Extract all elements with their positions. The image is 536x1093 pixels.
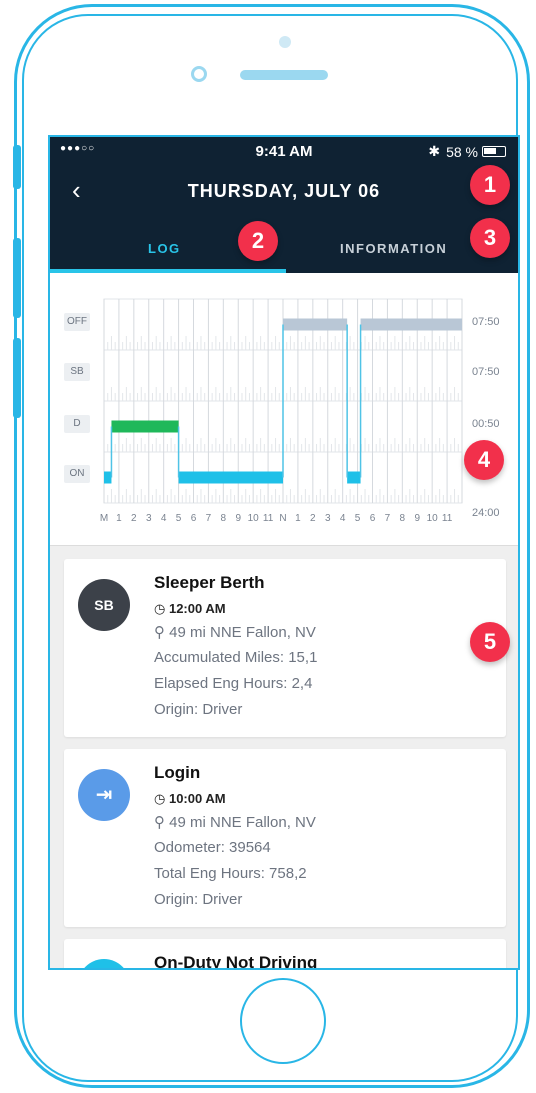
duty-segment-off xyxy=(283,318,348,331)
location-pin-icon: ⚲ xyxy=(154,814,170,831)
x-tick-label: 9 xyxy=(235,513,241,524)
entry-time-text: 12:00 AM xyxy=(168,601,226,616)
entry-location-text: 49 mi NNE Fallon, NV xyxy=(169,814,316,831)
battery-icon xyxy=(482,146,506,157)
x-tick-label: 4 xyxy=(340,513,346,524)
duty-segment-on xyxy=(347,471,361,484)
duty-segment-off xyxy=(360,318,462,331)
x-tick-label: 1 xyxy=(295,513,301,524)
entry-detail-2: Total Eng Hours: 758,2 xyxy=(154,865,307,882)
tab-information[interactable]: INFORMATION xyxy=(340,241,447,256)
entry-time-text: 10:00 AM xyxy=(168,791,226,806)
entry-origin: Origin: Driver xyxy=(154,701,243,718)
entry-origin: Origin: Driver xyxy=(154,891,243,908)
location-pin-icon: ⚲ xyxy=(154,624,170,641)
chart-grid-svg: M 1 2 3 4 5 6 7 8 9 10 11 N 1 2 3 4 5 6 7 8 9 10 11 xyxy=(100,298,463,524)
callout-badge: 2 xyxy=(238,221,278,261)
x-tick-label: 6 xyxy=(191,513,197,524)
home-button[interactable] xyxy=(240,978,326,1064)
volume-down-button xyxy=(13,338,21,418)
x-tick-label: 10 xyxy=(248,513,260,524)
speaker-grill xyxy=(240,70,328,80)
x-tick-label: 2 xyxy=(310,513,316,524)
battery-indicator: ✱ 58 % xyxy=(428,143,506,160)
volume-up-button xyxy=(13,238,21,318)
entry-time: ◷ 12:00 AM xyxy=(154,601,226,617)
entry-title: Sleeper Berth xyxy=(154,573,265,592)
screen: ●●●○○ 9:41 AM ✱ 58 % ‹ THURSDAY, JULY 06… xyxy=(48,135,520,970)
avatar xyxy=(78,959,130,968)
x-tick-label: 9 xyxy=(414,513,420,524)
front-camera-dot xyxy=(279,36,291,48)
app-header: ●●●○○ 9:41 AM ✱ 58 % ‹ THURSDAY, JULY 06… xyxy=(50,137,518,273)
x-tick-label: 7 xyxy=(385,513,391,524)
x-tick-label: 5 xyxy=(355,513,361,524)
x-tick-label: 4 xyxy=(161,513,167,524)
callout-badge: 5 xyxy=(470,622,510,662)
callout-badge: 1 xyxy=(470,165,510,205)
x-tick-label: N xyxy=(279,513,286,524)
entry-title: On-Duty Not Driving xyxy=(154,953,318,970)
entry-detail-2: Elapsed Eng Hours: 2,4 xyxy=(154,675,313,692)
status-bar: ●●●○○ 9:41 AM ✱ 58 % xyxy=(50,137,518,165)
x-tick-label: M xyxy=(100,513,108,524)
x-tick-label: 3 xyxy=(146,513,152,524)
camera-icon xyxy=(191,66,207,82)
x-tick-label: 5 xyxy=(176,513,182,524)
tab-log[interactable]: LOG xyxy=(148,241,181,256)
x-tick-label: 6 xyxy=(370,513,376,524)
battery-percent: 58 % xyxy=(446,143,478,160)
log-entry-card[interactable]: ⇥ Login ◷ 10:00 AM ⚲ 49 mi NNE Fallon, N… xyxy=(64,749,506,927)
avatar: SB xyxy=(78,579,130,631)
x-tick-label: 7 xyxy=(206,513,212,524)
tab-bar: LOG INFORMATION xyxy=(50,229,518,273)
entry-detail-1: Odometer: 39564 xyxy=(154,839,271,856)
duty-segment-d xyxy=(111,420,179,433)
duty-segment-on xyxy=(104,471,112,484)
x-tick-label: 8 xyxy=(400,513,406,524)
log-entry-card[interactable]: On-Duty Not Driving xyxy=(64,939,506,970)
duty-segment-on xyxy=(178,471,283,484)
x-tick-label: 10 xyxy=(427,513,439,524)
x-tick-label: 11 xyxy=(442,513,453,524)
clock-icon: ◷ xyxy=(154,601,169,616)
page-title: THURSDAY, JULY 06 xyxy=(187,181,381,201)
callout-badge: 4 xyxy=(464,440,504,480)
entry-location: ⚲ 49 mi NNE Fallon, NV xyxy=(154,813,316,831)
x-tick-label: 8 xyxy=(221,513,227,524)
entry-title: Login xyxy=(154,763,201,782)
x-tick-label: 1 xyxy=(116,513,122,524)
callout-badge: 3 xyxy=(470,218,510,258)
entry-time: ◷ 10:00 AM xyxy=(154,791,226,807)
mute-switch xyxy=(13,145,21,189)
entry-location: ⚲ 49 mi NNE Fallon, NV xyxy=(154,623,316,641)
log-entry-card[interactable]: SB Sleeper Berth ◷ 12:00 AM ⚲ 49 mi NNE … xyxy=(64,559,506,737)
battery-level xyxy=(484,148,496,154)
x-tick-label: 11 xyxy=(263,513,274,524)
clock-icon: ◷ xyxy=(154,791,169,806)
entry-location-text: 49 mi NNE Fallon, NV xyxy=(169,624,316,641)
x-tick-label: 2 xyxy=(131,513,137,524)
x-tick-label: 3 xyxy=(325,513,331,524)
duty-status-chart: OFF SB D ON 07:50 07:50 00:50 24:00 M123… xyxy=(50,273,518,546)
bluetooth-icon: ✱ xyxy=(428,143,441,159)
login-icon: ⇥ xyxy=(78,769,130,821)
entry-detail-1: Accumulated Miles: 15,1 xyxy=(154,649,318,666)
